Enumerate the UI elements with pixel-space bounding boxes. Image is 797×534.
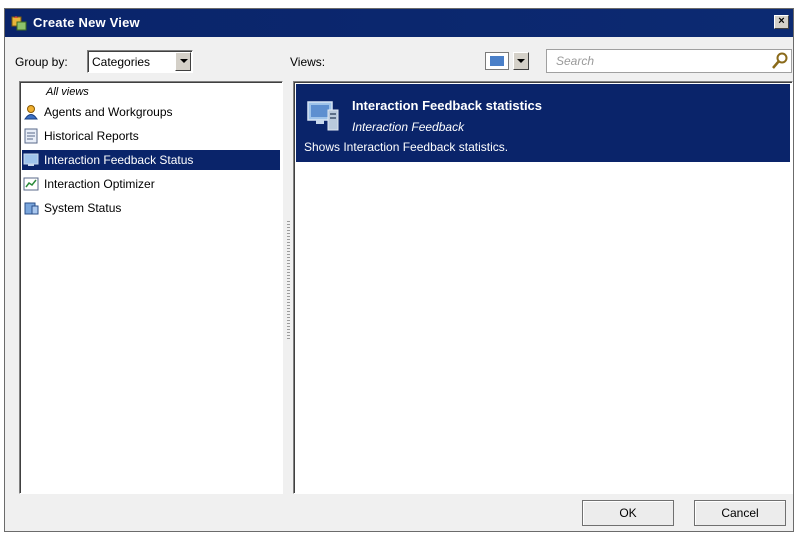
monitor-icon [307,101,339,131]
view-mode-icon[interactable] [485,52,509,70]
view-mode-selector[interactable] [481,49,535,73]
group-by-value: Categories [92,55,151,69]
chevron-down-icon[interactable] [513,52,529,70]
pane-splitter[interactable] [285,81,292,494]
create-new-view-dialog: Create New View × Group by: Categories V… [4,8,794,532]
dialog-title: Create New View [33,15,140,30]
search-input[interactable]: Search [546,49,792,73]
chevron-down-icon[interactable] [175,52,191,71]
tree-item-label: System Status [44,201,122,215]
tree-item-label: Agents and Workgroups [44,105,173,119]
tree-item-agents-and-workgroups[interactable]: Agents and Workgroups [22,102,280,122]
agents-icon [24,105,38,120]
view-title: Interaction Feedback statistics [352,98,543,113]
tree-item-historical-reports[interactable]: Historical Reports [22,126,280,146]
view-category: Interaction Feedback [352,120,465,134]
cancel-button[interactable]: Cancel [694,500,786,526]
category-tree[interactable]: All views Agents and Workgroups Historic… [19,81,283,494]
tree-item-all-views[interactable]: All views [46,86,89,98]
tree-item-interaction-feedback-status[interactable]: Interaction Feedback Status [22,150,280,170]
chart-icon [23,177,39,191]
create-view-icon [11,16,27,31]
tree-item-label: Historical Reports [44,129,139,143]
views-label: Views: [290,55,326,69]
close-button[interactable]: × [774,15,789,29]
tree-item-label: Interaction Feedback Status [44,153,194,167]
search-icon[interactable] [771,52,789,70]
ok-button[interactable]: OK [582,500,674,526]
monitor-icon [23,153,39,166]
view-description: Shows Interaction Feedback statistics. [304,140,509,154]
group-by-label: Group by: [15,55,68,69]
title-bar: Create New View × [5,9,793,37]
tree-item-system-status[interactable]: System Status [22,198,280,218]
report-icon [24,128,38,144]
tree-item-interaction-optimizer[interactable]: Interaction Optimizer [22,174,280,194]
splitter-grip[interactable] [287,221,290,341]
search-placeholder: Search [556,54,595,68]
group-by-select[interactable]: Categories [87,50,193,73]
tree-item-label: Interaction Optimizer [44,177,155,191]
view-item-interaction-feedback-statistics[interactable]: Interaction Feedback statistics Interact… [296,84,790,162]
views-list[interactable]: Interaction Feedback statistics Interact… [293,81,793,494]
server-icon [24,202,39,215]
